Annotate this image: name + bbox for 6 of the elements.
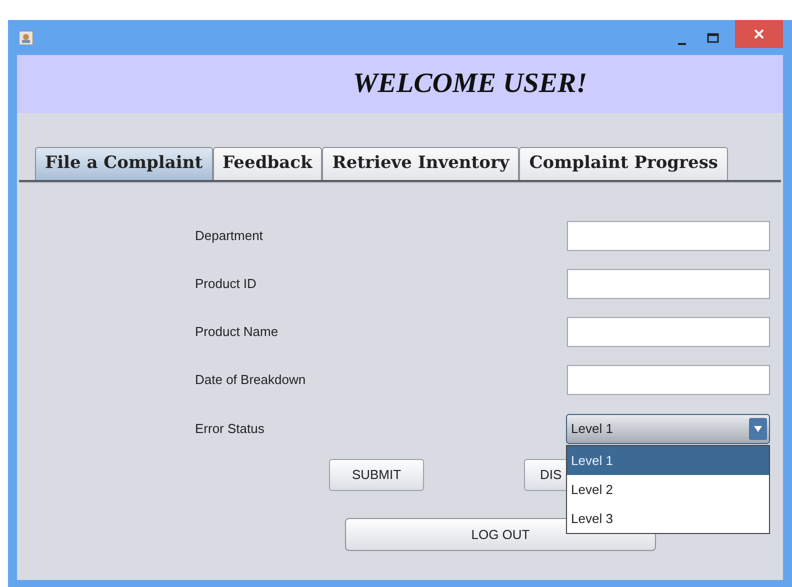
welcome-title: WELCOME USER! [352, 67, 588, 101]
field-label: Product ID [195, 275, 256, 294]
field-label: Department [195, 227, 263, 246]
field-label: Product Name [195, 323, 278, 342]
field-label: Date of Breakdown [195, 371, 306, 390]
field-label: Error Status [195, 420, 264, 438]
